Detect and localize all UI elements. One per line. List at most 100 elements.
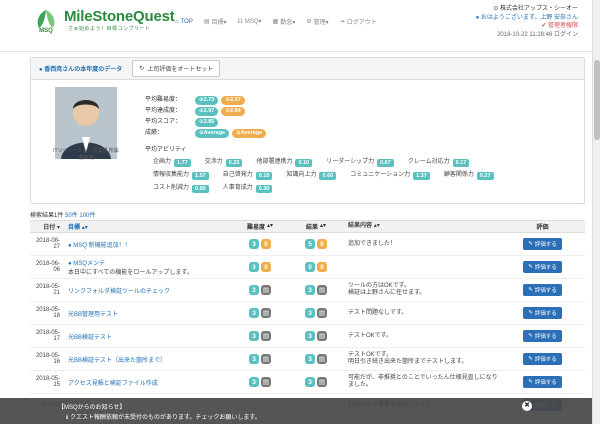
goal-title[interactable]: 光BB管理用テスト (64, 309, 232, 318)
evaluate-label: 評価する (534, 265, 557, 271)
evaluate-button[interactable]: ✎評価する (523, 307, 562, 319)
difficulty-self: 3 (249, 354, 259, 364)
difficulty-self: 3 (249, 262, 259, 272)
result-note-line2: 明日引き続き出来た箇所までテストします。 (348, 359, 468, 365)
col-result[interactable]: 結果 ▴▾ (288, 222, 344, 231)
goal-title[interactable]: ● MSQメンテ 本日中にすべての機能をロールアップします。 (64, 258, 232, 276)
evaluate-label: 評価する (534, 242, 557, 248)
difficulty-cell: 3 ▤ (232, 308, 288, 318)
ability-value: 0.60 (319, 171, 337, 180)
result-cell: 3 ▤ (288, 354, 344, 364)
evaluate-button[interactable]: ✎評価する (523, 238, 562, 250)
user-icon: ● (475, 14, 480, 21)
nav-attendance[interactable]: ▦ 勤念▾ (273, 17, 296, 26)
user-info: ⊙ 株式会社アップス・シーオー ● おはようございます。上野 安奈さん ✔ 管理… (476, 5, 578, 39)
col-title-label: 目標 (68, 225, 81, 231)
per-page-100-link[interactable]: 100件 (79, 213, 95, 219)
metric-value: 2.73 (203, 97, 215, 103)
table-row: 2018-05-18 光BB管理用テスト 3 ▤ 3 ▤ テスト問題なしです。 ✎ 評価する (30, 302, 585, 325)
refresh-icon: ↻ (139, 66, 145, 72)
evaluate-button[interactable]: ✎評価する (523, 330, 562, 342)
metric-pill: ⊙ Average (232, 129, 267, 138)
goal-title[interactable]: 光BB検証テスト (64, 332, 232, 341)
table-row: 2018-05-21 リンクフォルダ検証ツールのチェック 2 ▤ 3 ▤ ツールの方はOKで… (30, 279, 585, 302)
result-self: 3 (305, 308, 315, 318)
difficulty-boss: ▤ (261, 285, 271, 295)
ability-label: 情報収集能力 (153, 172, 190, 178)
col-note[interactable]: 結果内容 ▴▾ (344, 223, 500, 230)
result-boss: ▤ (317, 354, 327, 364)
panel-title: ● 香西尭さんの本年度のデータ (39, 64, 122, 73)
evaluate-button[interactable]: ✎評価する (523, 284, 562, 296)
row-date: 2018-08-27 (35, 238, 60, 250)
ability-label: 他部署連携力 (256, 159, 293, 165)
table-row: 2018-05-16 光BB検証テスト（出来た箇所まで） 3 ▤ 3 ▤ テストOKです。明… (30, 348, 585, 371)
evaluate-button[interactable]: ✎評価する (523, 261, 562, 273)
col-date[interactable]: 日付 ▾ (30, 222, 64, 231)
ability-label: コミュニケーション力 (350, 172, 411, 178)
nav-admin[interactable]: ⚙ 管理▾ (306, 17, 328, 26)
user-icon: ● (39, 67, 43, 73)
difficulty-cell: 3 ▤ (232, 377, 288, 387)
difficulty-boss: ▤ (261, 354, 271, 364)
auto-set-button[interactable]: ↻ 上司評価をオートセット (132, 60, 221, 77)
table-header: 日付 ▾ 目標 ▴▾ 難易度 ▴▾ 結果 ▴▾ 結果内容 ▴▾ 評価 (30, 220, 585, 233)
app-title[interactable]: MileStoneQuest (64, 8, 175, 25)
difficulty-boss: 0 (261, 239, 271, 249)
user-greeting[interactable]: ● おはようございます。上野 安奈さん (476, 14, 578, 23)
goal-title-text: リンクフォルダ検証ツールのチェック (68, 288, 171, 295)
page-scrollbar[interactable] (592, 0, 600, 424)
result-boss: ▤ (317, 285, 327, 295)
pencil-icon: ✎ (528, 264, 533, 270)
result-note: テスト問題なしです。 (344, 310, 500, 317)
ability-item: クレーム対応力 0.17 (408, 156, 470, 169)
photo-caption: ITソリューション事業部 所属 香西尭 (45, 148, 127, 162)
per-page-50-link[interactable]: 50件 (65, 213, 78, 219)
close-icon[interactable]: ✖ (522, 401, 532, 411)
col-title[interactable]: 目標 ▴▾ (64, 222, 232, 231)
eval-cell: ✎評価する (500, 376, 585, 388)
ability-value: 0.23 (225, 158, 243, 167)
nav-label: ログアウト (346, 20, 377, 26)
result-self: 3 (305, 377, 315, 387)
result-note-line1: 追加できました！ (348, 240, 397, 247)
result-note-line1: テスト問題なしです。 (348, 309, 408, 316)
col-difficulty[interactable]: 難易度 ▴▾ (232, 222, 288, 231)
goal-title[interactable]: アクセス見積と検証ファイル作成 (64, 378, 232, 387)
ability-value: 0.30 (255, 184, 273, 193)
ability-value: 0.17 (452, 158, 470, 167)
metric-label: 平均スコア： (145, 119, 182, 125)
evaluate-label: 評価する (534, 357, 557, 363)
ability-label: 人事育成力 (222, 185, 253, 191)
scrollbar-thumb[interactable] (594, 60, 600, 140)
evaluate-button[interactable]: ✎評価する (523, 353, 562, 365)
notice-title: 【MSQからのお知らせ】 (58, 405, 126, 411)
ability-label: 顧客関係力 (443, 172, 474, 178)
nav-goals[interactable]: ▤ 目標▾ (204, 17, 227, 26)
nav-label: TOP (180, 18, 193, 25)
goal-title[interactable]: ● MSQ 新機能追加！！ (64, 240, 232, 249)
nav-top[interactable]: ⌂ TOP (175, 17, 193, 26)
sort-icon: ▾ (56, 225, 60, 231)
nav-msq[interactable]: ☊ MSQ▾ (238, 17, 262, 26)
goal-title[interactable]: 光BB検証テスト（出来た箇所まで） (64, 355, 232, 364)
headset-icon: ☊ (237, 19, 243, 25)
pencil-icon: ✎ (528, 241, 533, 247)
result-note: テストOKです。 明日引き続き出来た箇所までテストします。 (344, 352, 500, 366)
ability-label: 企画力 (153, 159, 172, 165)
goal-title[interactable]: リンクフォルダ検証ツールのチェック (64, 286, 232, 295)
result-cell: 50 (288, 239, 344, 249)
row-date: 2018-06-06 (35, 261, 60, 273)
ability-value: 1.37 (413, 171, 430, 180)
nav-logout[interactable]: ⇥ ログアウト (340, 17, 377, 26)
result-boss: ▤ (317, 331, 327, 341)
evaluate-button[interactable]: ✎評価する (523, 376, 562, 388)
admin-label: 管理者権限 (547, 23, 578, 29)
ability-label: 知識向上力 (286, 172, 317, 178)
difficulty-self: 3 (249, 377, 259, 387)
ability-value: 1.77 (174, 158, 191, 167)
metric-row: 平均達成度： ⊙ 2.97 ⊙ 2.84 (145, 106, 269, 117)
table-row: 2018-06-06 ● MSQメンテ 本日中にすべての機能をロールアップします。 3… (30, 256, 585, 279)
metric-pill: ⊙ Average (195, 129, 230, 138)
result-self: 3 (305, 331, 315, 341)
